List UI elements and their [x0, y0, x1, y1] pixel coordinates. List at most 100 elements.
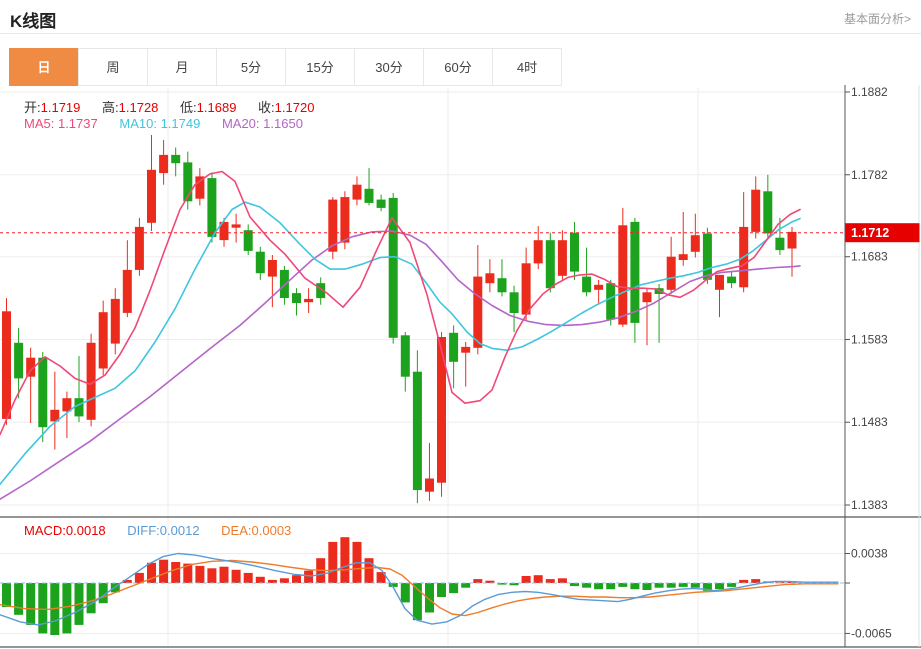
macd-bar [594, 583, 604, 590]
macd-bar [243, 572, 253, 583]
candle-body [630, 221, 640, 323]
candle-body [618, 225, 628, 325]
candle-body [364, 188, 374, 203]
macd-bar [195, 565, 205, 583]
candle-body [461, 346, 471, 353]
macd-bar [678, 583, 688, 587]
macd-bar [255, 576, 265, 583]
macd-bar [630, 583, 640, 590]
macd-bar [26, 583, 36, 625]
ma20-line [0, 230, 801, 500]
low-value: 1.1689 [196, 100, 237, 115]
candle-body [340, 197, 350, 243]
macd-readout: MACD:0.0018 DIFF:0.0012 DEA:0.0003 [24, 523, 291, 538]
candlesticks [2, 135, 797, 504]
price-tick-label: 1.1583 [851, 332, 888, 346]
candle-body [352, 184, 362, 200]
dea-label: DEA: [221, 523, 252, 538]
candle-body [485, 273, 495, 284]
candle-body [412, 371, 422, 491]
candle-body [231, 224, 241, 228]
candle-body [14, 342, 24, 379]
macd-bar [62, 583, 72, 634]
candle-body [678, 254, 688, 260]
macd-bar [171, 562, 181, 583]
macd-bar [38, 583, 48, 634]
candle-body [606, 283, 616, 320]
candle-body [666, 256, 676, 290]
kline-app: K线图 基本面分析> 日 周 月 5分 15分 30分 60分 4时 1.188… [0, 0, 921, 649]
current-price-label: 1.1712 [851, 226, 889, 240]
macd-bar [400, 583, 410, 603]
high-value: 1.1728 [118, 100, 159, 115]
candle-body [292, 293, 301, 303]
ma20-label: MA20: [221, 116, 260, 131]
candle-body [98, 312, 108, 369]
candle-body [255, 251, 265, 274]
price-tick-label: 1.1483 [851, 415, 888, 429]
macd-bar [328, 541, 338, 583]
open-value: 1.1719 [40, 100, 81, 115]
candle-body [110, 298, 120, 344]
close-label: 收: [258, 100, 275, 115]
macd-bar [642, 583, 652, 590]
candle-body [279, 269, 289, 298]
ma5-label: MA5: [24, 116, 55, 131]
candle-body [570, 232, 579, 272]
candle-body [763, 191, 773, 234]
candle-body [376, 199, 386, 208]
macd-bar [159, 559, 169, 583]
macd-bar [2, 583, 11, 608]
price-tick-label: 1.1882 [851, 85, 888, 99]
candle-body [702, 233, 712, 280]
ma5-value: 1.1737 [57, 116, 98, 131]
diff-label: DIFF: [127, 523, 160, 538]
ma10-line [0, 201, 801, 486]
ma5-line [0, 170, 801, 436]
candle-body [267, 260, 277, 277]
macd-histogram [2, 537, 797, 635]
candle-body [545, 240, 555, 289]
ma10-label: MA10: [119, 116, 157, 131]
macd-bar [437, 583, 446, 597]
macd-tick-label: 0.0038 [851, 547, 888, 561]
candle-body [775, 237, 785, 251]
candle-body [497, 278, 507, 293]
macd-bar [690, 583, 700, 588]
candle-body [437, 337, 446, 483]
macd-bar [473, 579, 483, 583]
macd-bar [727, 583, 737, 587]
macd-bar [207, 568, 217, 583]
candle-body [787, 231, 797, 249]
candle-body [147, 169, 156, 223]
candle-body [521, 263, 531, 315]
candle-body [243, 230, 253, 251]
price-tick-label: 1.1683 [851, 250, 888, 264]
macd-value: 0.0018 [65, 523, 106, 538]
macd-bar [292, 575, 301, 583]
macd-label: MACD: [24, 523, 66, 538]
candle-body [449, 332, 459, 362]
candle-body [557, 240, 567, 276]
macd-bar [533, 575, 543, 583]
candle-body [122, 269, 132, 313]
dea-value: 0.0003 [251, 523, 292, 538]
candle-body [727, 276, 737, 284]
candle-body [751, 189, 761, 232]
macd-bar [364, 558, 374, 583]
candle-body [159, 154, 169, 174]
macd-bar [219, 566, 229, 583]
price-tick-label: 1.1383 [851, 498, 888, 512]
candle-body [38, 357, 48, 428]
candle-body [582, 276, 592, 293]
open-label: 开: [24, 100, 41, 115]
macd-bar [304, 570, 314, 583]
high-label: 高: [102, 100, 119, 115]
macd-bar [715, 583, 724, 590]
macd-tick-label: -0.0065 [851, 626, 892, 640]
macd-bar [279, 578, 289, 583]
macd-bar [449, 583, 459, 594]
candle-body [2, 311, 11, 419]
macd-bar [461, 583, 471, 588]
macd-bar [751, 579, 761, 583]
